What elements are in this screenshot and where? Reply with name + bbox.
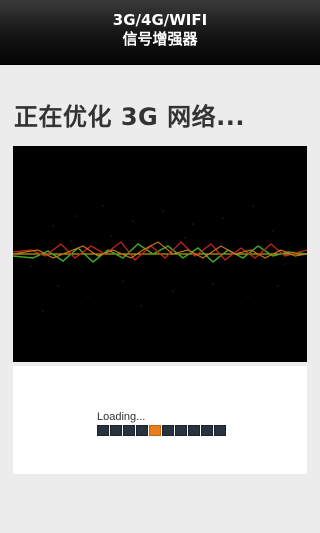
loading-label: Loading... — [97, 411, 146, 423]
optimizing-status-title: 正在优化 3G 网络... — [14, 103, 245, 131]
loading-panel: Loading... — [13, 366, 307, 474]
progress-segment — [188, 425, 200, 436]
progress-segment — [110, 425, 122, 436]
progress-segment — [97, 425, 109, 436]
progress-segment — [162, 425, 174, 436]
title-bar: 3G/4G/WIFI 信号增强器 — [0, 0, 320, 65]
progress-segment — [175, 425, 187, 436]
signal-visualizer — [13, 146, 307, 362]
loading-progress-bar — [97, 425, 227, 436]
progress-segment-active — [149, 425, 161, 436]
progress-segment — [136, 425, 148, 436]
app-title-line2: 信号增强器 — [122, 30, 198, 48]
app-title-line1: 3G/4G/WIFI — [112, 11, 208, 29]
progress-segment — [214, 425, 226, 436]
progress-segment — [123, 425, 135, 436]
progress-segment — [201, 425, 213, 436]
